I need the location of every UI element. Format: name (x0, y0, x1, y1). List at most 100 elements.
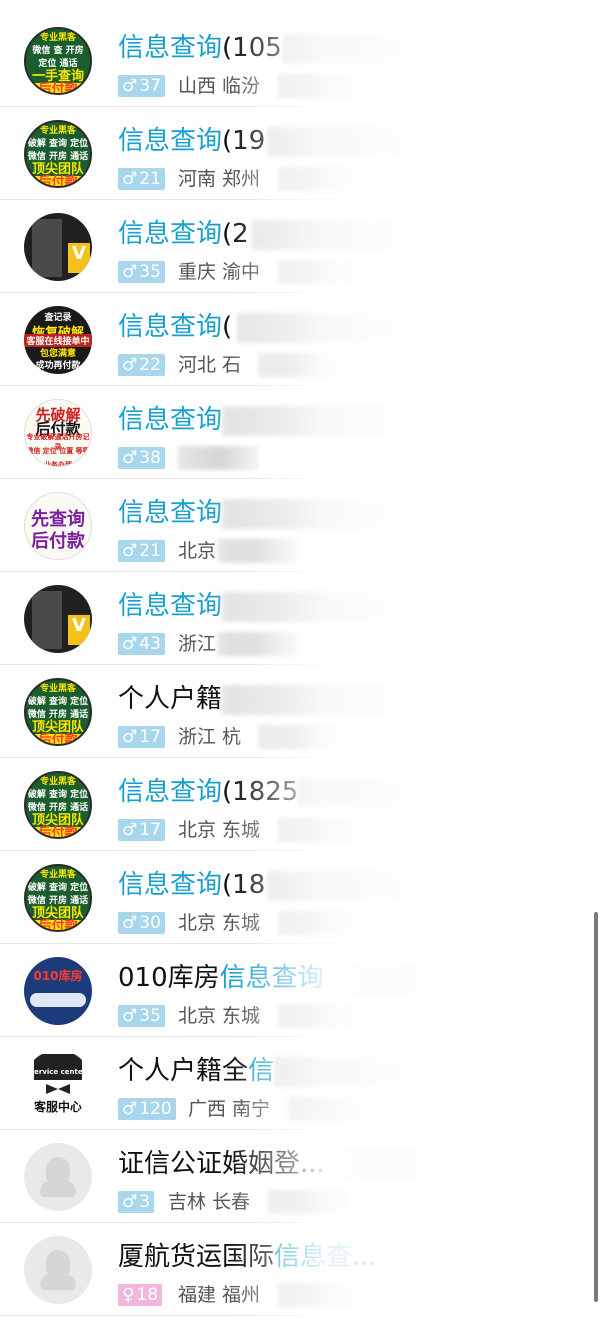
title-highlight: 信息查询 (118, 498, 223, 528)
age-text: 3 (139, 1192, 151, 1212)
avatar-text: 成功再付款 (35, 361, 81, 371)
result-title[interactable]: 信息查询( (118, 310, 232, 344)
avatar[interactable]: 010库房 (24, 957, 92, 1025)
male-icon: ♂ (122, 262, 138, 282)
result-title[interactable]: 信息查询(105 (118, 31, 282, 65)
title-text: ... (300, 1149, 325, 1179)
title-text: 证信公证婚姻登 (118, 1149, 301, 1179)
list-item[interactable]: V 信息查询 ♂ 43 浙江 (0, 572, 600, 665)
hat-icon (34, 1054, 82, 1080)
result-title[interactable]: 证信公证婚姻登... (118, 1147, 325, 1181)
result-title[interactable]: 信息查询 (118, 589, 222, 623)
result-title[interactable]: 厦航货运国际信息查... (118, 1240, 377, 1274)
redacted-location (258, 353, 338, 377)
redacted-title (282, 34, 538, 64)
avatar[interactable]: 专业黑客 破解 查询 定位 微信 开房 通话 顶尖团队 后付款 (24, 771, 92, 839)
avatar[interactable]: 先破解 后付款 专业破解通话开房记录 微信 定位 位置 等等 业务办理 (24, 399, 92, 467)
scrollbar[interactable] (594, 912, 598, 1302)
result-title[interactable]: 个人户籍 (118, 682, 222, 716)
avatar[interactable]: 专业黑客 破解 查询 定位 微信 开房 通话 顶尖团队 后付款 (24, 120, 92, 188)
avatar-text: service center (29, 1068, 87, 1076)
avatar[interactable] (24, 1236, 92, 1304)
result-title[interactable]: 信息查询 (118, 403, 222, 437)
list-item[interactable]: 专业黑客微信 查 开房定位 通话一手查询价格公道后付款信息查询(105♂37山西… (0, 14, 600, 107)
avatar[interactable]: 专业黑客 破解 查询 定位 微信 开房 通话 顶尖团队 后付款 (24, 864, 92, 932)
gender-age-badge: ♂ 21 (118, 168, 165, 190)
avatar-text: 010库房 (33, 969, 83, 983)
avatar-text: 破解 查询 定位 (27, 790, 89, 800)
avatar-text: 破解 查询 定位 (27, 883, 89, 893)
age-text: 37 (139, 76, 161, 96)
list-item[interactable]: 证信公证婚姻登... ♂ 3 吉林 长春 (0, 1130, 600, 1223)
list-item[interactable]: 厦航货运国际信息查... ♀ 18 福建 福州 (0, 1223, 600, 1316)
avatar[interactable]: 查记录恢复破解客服在线接单中包您满意成功再付款 (24, 306, 92, 374)
avatar-text: 破解 查询 定位 (27, 697, 89, 707)
list-item[interactable]: 先破解 后付款 专业破解通话开房记录 微信 定位 位置 等等 业务办理 信息查询 ♂ 38 (0, 386, 600, 479)
list-item[interactable]: service center 客服中心 个人户籍全信 ♂ 120 广西 南宁 (0, 1037, 600, 1130)
avatar-text: 破解 查询 定位 (27, 139, 89, 149)
result-title[interactable]: 信息查询 (118, 496, 222, 530)
title-text: (105 (222, 33, 282, 63)
title-text: 个人户籍 (118, 684, 223, 714)
avatar[interactable]: 专业黑客 破解 查询 定位 微信 开房 通话 顶尖团队 后付款 (24, 678, 92, 746)
list-item[interactable]: 专业黑客 破解 查询 定位 微信 开房 通话 顶尖团队 后付款 信息查询(19 ♂ 21 河南 … (0, 107, 600, 200)
title-text: (1825 (222, 777, 299, 807)
age-text: 120 (139, 1099, 172, 1119)
title-text: ... (352, 1242, 377, 1272)
avatar-text: 业务办理 (44, 461, 72, 467)
title-text: 010库房 (118, 963, 220, 993)
list-item[interactable]: 查记录恢复破解客服在线接单中包您满意成功再付款信息查询(♂22 河北 石 (0, 293, 600, 386)
list-item[interactable]: 先查询 后付款 信息查询 ♂ 21 北京 (0, 479, 600, 572)
redacted-title (222, 685, 538, 715)
redacted-title (267, 127, 538, 157)
title-highlight: 信息查询 (118, 591, 223, 621)
result-title[interactable]: 信息查询(19 (118, 124, 265, 158)
age-text: 17 (139, 820, 161, 840)
gender-age-badge: ♂ 35 (118, 261, 165, 283)
title-highlight: 信息查询 (118, 405, 223, 435)
title-highlight: 信息查询 (219, 963, 324, 993)
result-title[interactable]: 信息查询(18 (118, 868, 265, 902)
default-avatar-body (40, 1181, 76, 1197)
list-item[interactable]: 010库房 010库房信息查询 ♂ 35 北京 东城 (0, 944, 600, 1037)
title-text: (18 (222, 870, 266, 900)
location-text: 浙江 (178, 633, 217, 655)
redacted-title (237, 313, 538, 343)
list-item[interactable]: 专业黑客 破解 查询 定位 微信 开房 通话 顶尖团队 后付款 个人户籍 ♂ 17 浙江 杭 (0, 665, 600, 758)
age-text: 35 (139, 1006, 161, 1026)
gender-age-badge: ♂ 21 (118, 540, 165, 562)
avatar[interactable] (24, 1143, 92, 1211)
gender-age-badge: ♂ 30 (118, 912, 165, 934)
location-text: 福建 福州 (178, 1284, 261, 1306)
title-text: ( (222, 312, 233, 342)
avatar[interactable]: V (24, 213, 92, 281)
redacted-location (278, 911, 358, 935)
redacted-title (397, 1243, 538, 1273)
avatar-text: 后付款 (26, 83, 90, 93)
result-title[interactable]: 信息查询(1825 (118, 775, 298, 809)
list-item[interactable]: 专业黑客 破解 查询 定位 微信 开房 通话 顶尖团队 后付款 信息查询(18 ♂ 30 北京 … (0, 851, 600, 944)
list-item[interactable]: V 信息查询(2 ♂ 35 重庆 渝中 (0, 200, 600, 293)
gender-age-badge: ♂ 37 (118, 75, 165, 97)
list-item[interactable]: 专业黑客 破解 查询 定位 微信 开房 通话 顶尖团队 后付款 信息查询(1825 ♂ 17 北… (0, 758, 600, 851)
avatar[interactable]: service center 客服中心 (24, 1050, 92, 1118)
gender-age-badge: ♂ 3 (118, 1191, 155, 1213)
age-text: 21 (139, 169, 161, 189)
avatar[interactable]: V (24, 585, 92, 653)
male-icon: ♂ (122, 541, 138, 561)
redacted-location (278, 74, 358, 98)
age-text: 35 (139, 262, 161, 282)
location-text: 广西 南宁 (188, 1098, 271, 1120)
title-highlight: 信息查询 (118, 126, 223, 156)
age-text: 30 (139, 913, 161, 933)
location-text: 北京 东城 (178, 912, 261, 934)
female-icon: ♀ (122, 1285, 135, 1305)
result-title[interactable]: 010库房信息查询 (118, 961, 324, 995)
result-title[interactable]: 个人户籍全信 (118, 1054, 274, 1088)
redacted-location (218, 539, 298, 563)
avatar[interactable]: 专业黑客微信 查 开房定位 通话一手查询价格公道后付款 (24, 27, 92, 95)
gender-age-badge: ♂ 43 (118, 633, 165, 655)
result-title[interactable]: 信息查询(2 (118, 217, 249, 251)
avatar[interactable]: 先查询 后付款 (24, 492, 92, 560)
age-text: 17 (139, 727, 161, 747)
